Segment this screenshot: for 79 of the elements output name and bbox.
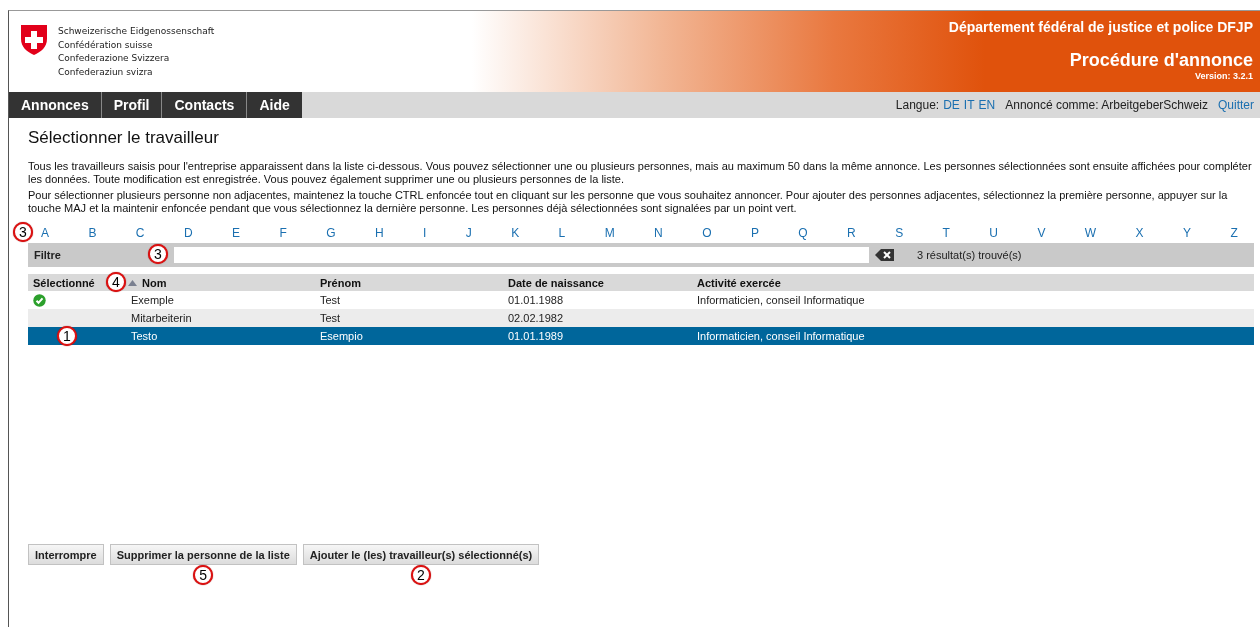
letter-link[interactable]: W bbox=[1084, 226, 1097, 240]
table-cell-text: Test bbox=[319, 294, 342, 306]
column-header[interactable]: Prénom bbox=[320, 276, 361, 289]
federation-name: Confederaziun svizra bbox=[58, 65, 154, 79]
action-button[interactable]: Supprimer la personne de la liste bbox=[109, 544, 297, 565]
callout-number: 4 bbox=[106, 272, 126, 292]
column-header[interactable]: Sélectionné bbox=[33, 276, 95, 289]
federation-name: Schweizerische Eidgenossenschaft bbox=[58, 25, 215, 38]
table-cell-text: Informaticien, conseil Informatique bbox=[696, 294, 866, 306]
table-cell-text: Mitarbeiterin bbox=[130, 312, 193, 324]
quit-link[interactable]: Quitter bbox=[1218, 98, 1254, 112]
language-label: Langue: bbox=[895, 98, 940, 112]
clear-icon[interactable] bbox=[875, 248, 895, 262]
letter-link[interactable]: Q bbox=[798, 226, 808, 240]
letter-link[interactable]: K bbox=[511, 226, 520, 240]
letter-link[interactable]: F bbox=[279, 226, 287, 240]
letter-link[interactable]: E bbox=[232, 226, 240, 240]
column-header[interactable]: Activité exercée bbox=[697, 276, 781, 289]
letter-link[interactable]: S bbox=[895, 226, 904, 240]
letter-link[interactable]: G bbox=[326, 226, 336, 240]
letter-link[interactable]: C bbox=[135, 226, 145, 240]
table-row[interactable]: Mitarbeiterin Test 02.02.1982 bbox=[28, 309, 1254, 327]
action-button[interactable]: Interrompre bbox=[28, 544, 104, 565]
nav-tab[interactable]: Annonces bbox=[9, 92, 102, 118]
callout-number: 5 bbox=[193, 565, 214, 585]
swiss-shield-logo bbox=[20, 24, 48, 56]
letter-link[interactable]: Z bbox=[1230, 226, 1238, 240]
language-link[interactable]: EN bbox=[978, 98, 996, 112]
table-cell-text: Testo bbox=[130, 330, 159, 342]
page-title: Sélectionner le travailleur bbox=[28, 128, 220, 148]
callout-number: 3 bbox=[13, 222, 33, 242]
nav-tab[interactable]: Profil bbox=[101, 92, 163, 118]
table-row[interactable]: Exemple Test 01.01.1988 Informaticien, conseil Informatique bbox=[28, 291, 1254, 309]
result-count: 3 résultat(s) trouvé(s) bbox=[917, 249, 1022, 261]
letter-link[interactable]: R bbox=[847, 226, 856, 240]
letter-link[interactable]: N bbox=[654, 226, 663, 240]
language-link[interactable]: IT bbox=[963, 98, 975, 112]
instruction-text: Tous les travailleurs saisis pour l'entreprise apparaissent dans la liste ci-dessous. Vous pouvez sélectionner une ou plusieurs personnes, mais au maximum 50 dans la même annonce. Les personnes sélectionnées sont ensuite affichées pour compléter les données. Toute modification est enregistrée. Vous pouvez également supprimer une ou plusieurs personnes de la liste. bbox=[28, 160, 1253, 186]
version-label: Version: 3.2.1 bbox=[1194, 71, 1253, 81]
letter-link[interactable]: M bbox=[604, 226, 615, 240]
letter-link[interactable]: D bbox=[183, 226, 193, 240]
column-header[interactable]: Date de naissance bbox=[508, 276, 604, 289]
instruction-text: Pour sélectionner plusieurs personne non adjacentes, maintenez la touche CTRL enfoncée tout en cliquant sur les personne que vous souhaitez annoncer. Pour ajouter des personnes adjacentes, sélectionnez la première personne, appuyer sur la touche MAJ et la maintenir enfoncée pendant que vous sélectionnez la dernière personne. Les personnes déjà sélectionnées sont signalées par un point vert. bbox=[28, 189, 1229, 215]
letter-link[interactable]: B bbox=[88, 226, 97, 240]
table-cell-text: 02.02.1982 bbox=[507, 312, 565, 324]
table-cell-text: 01.01.1988 bbox=[507, 294, 565, 306]
callout-number: 1 bbox=[57, 326, 77, 346]
table-cell-text: Exemple bbox=[130, 294, 175, 306]
table-row[interactable]: 1 Testo Esempio 01.01.1989 Informaticien, conseil Informatique bbox=[28, 327, 1254, 345]
app-title: Procédure d'annonce bbox=[1069, 50, 1253, 71]
table-cell-text: Informaticien, conseil Informatique bbox=[696, 330, 866, 342]
letter-link[interactable]: T bbox=[942, 226, 950, 240]
department-name: Département fédéral de justice et police DFJP bbox=[948, 19, 1253, 35]
letter-link[interactable]: V bbox=[1037, 226, 1046, 240]
letter-link[interactable]: L bbox=[558, 226, 566, 240]
federation-name: Confédération suisse bbox=[58, 38, 154, 52]
letter-link[interactable]: Y bbox=[1183, 226, 1191, 240]
language-link[interactable]: DE bbox=[943, 98, 960, 112]
letter-link[interactable]: P bbox=[750, 226, 759, 240]
callout-number: 3 bbox=[148, 244, 168, 264]
letter-link[interactable]: A bbox=[41, 226, 49, 240]
letter-link[interactable]: U bbox=[989, 226, 998, 240]
nav-tab[interactable]: Contacts bbox=[162, 92, 248, 118]
filter-label: Filtre bbox=[34, 249, 61, 261]
nav-tab[interactable]: Aide bbox=[247, 92, 302, 118]
action-button[interactable]: Ajouter le (les) travailleur(s) sélectionné(s) bbox=[302, 544, 540, 565]
letter-link[interactable]: J bbox=[465, 226, 472, 240]
letter-link[interactable]: H bbox=[374, 226, 384, 240]
letter-link[interactable]: I bbox=[423, 226, 427, 240]
federation-name: Confederazione Svizzera bbox=[58, 52, 171, 65]
letter-link[interactable]: O bbox=[702, 226, 712, 240]
filter-field[interactable] bbox=[174, 247, 869, 263]
table-cell-text: Test bbox=[319, 312, 342, 324]
logged-in-label: Annoncé comme: ArbeitgeberSchweiz bbox=[1005, 98, 1208, 112]
callout-number: 2 bbox=[411, 565, 431, 585]
letter-link[interactable]: X bbox=[1135, 226, 1144, 240]
table-cell-text: 01.01.1989 bbox=[507, 330, 565, 342]
column-header[interactable]: Nom bbox=[142, 276, 167, 289]
table-cell-text: Esempio bbox=[319, 330, 364, 342]
